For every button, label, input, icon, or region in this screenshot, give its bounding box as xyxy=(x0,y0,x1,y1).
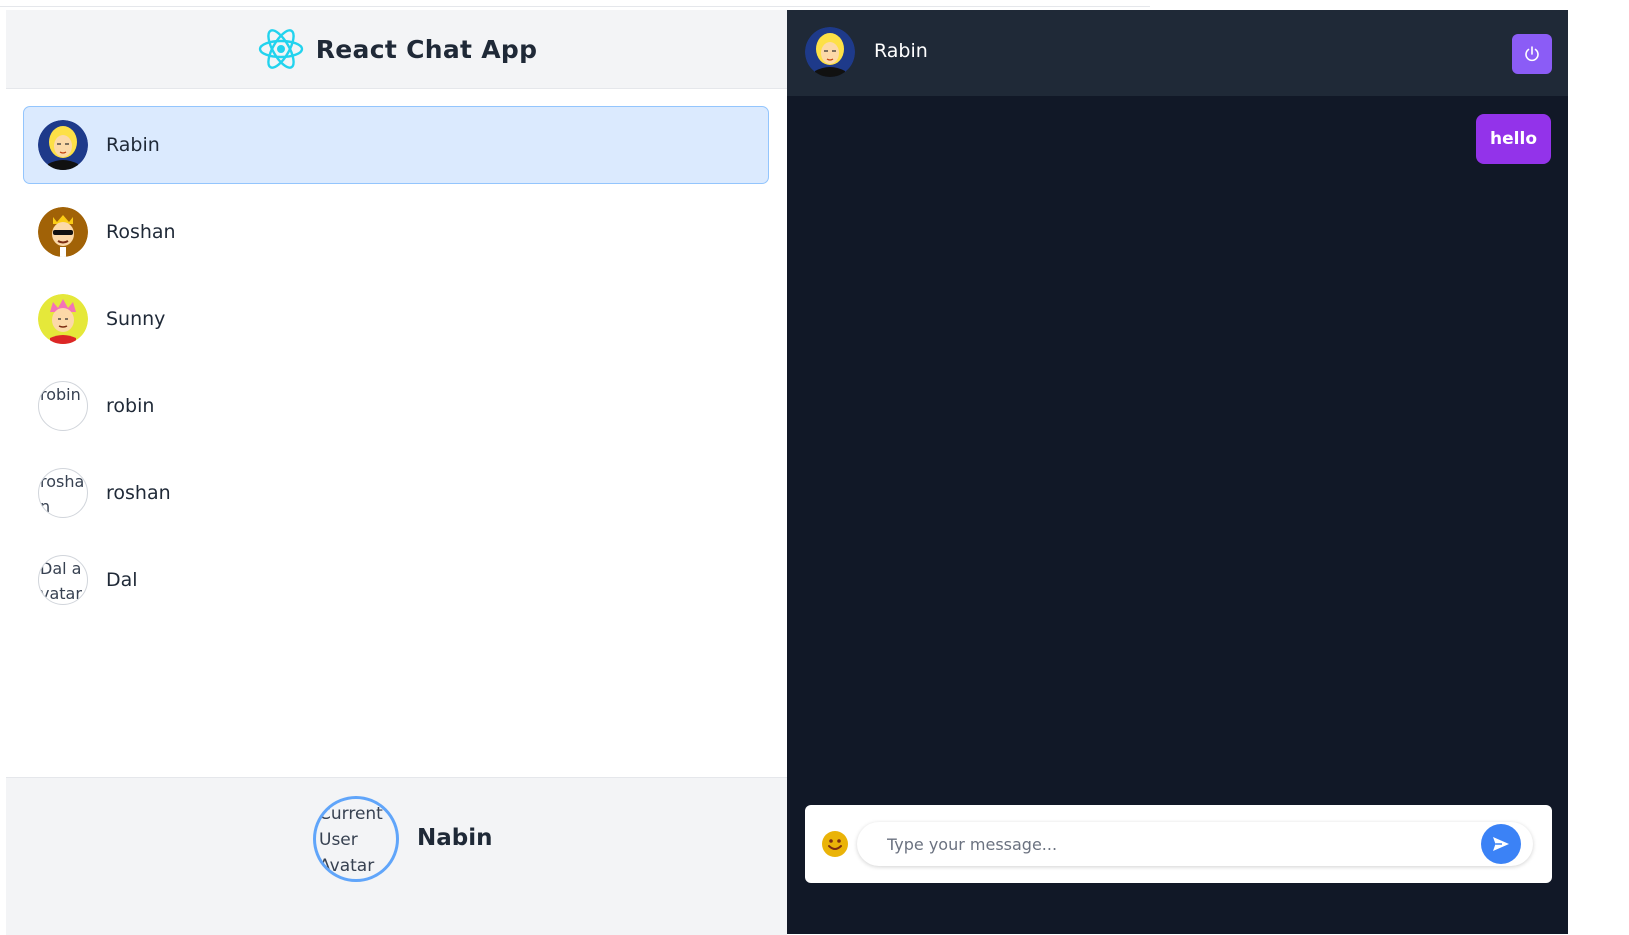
broken-avatar-image: Dal avatar xyxy=(38,555,88,605)
blonde-avatar xyxy=(805,27,855,77)
chat-header: Rabin xyxy=(787,10,1568,96)
crown-sunglasses-avatar xyxy=(38,207,88,257)
power-icon xyxy=(1525,46,1539,62)
send-arrow-icon xyxy=(1493,837,1509,851)
app-title: React Chat App xyxy=(315,34,538,64)
current-user-name: Nabin xyxy=(417,825,493,851)
current-user-avatar[interactable]: Current User Avatar xyxy=(313,796,399,882)
react-atom-icon xyxy=(258,29,303,69)
message-bubble-sent: hello xyxy=(1476,114,1551,164)
contact-name: robin xyxy=(106,395,155,417)
contact-name: roshan xyxy=(106,482,171,504)
message-composer xyxy=(805,805,1552,883)
contacts-panel: React Chat App Rabin Roshan Sunny robin … xyxy=(6,10,788,935)
message-list: hello xyxy=(787,96,1568,786)
contact-item-roshan[interactable]: Roshan xyxy=(23,193,769,271)
send-button[interactable] xyxy=(1481,824,1521,864)
contact-item-roshan-lower[interactable]: roshan roshan xyxy=(23,454,769,532)
smiley-icon[interactable] xyxy=(821,830,849,858)
contact-list: Rabin Roshan Sunny robin robin roshan ro… xyxy=(23,106,769,628)
chat-panel: Rabin hello xyxy=(787,10,1568,934)
contact-item-robin[interactable]: robin robin xyxy=(23,367,769,445)
message-input[interactable] xyxy=(857,822,1533,866)
contact-item-dal[interactable]: Dal avatar Dal xyxy=(23,541,769,619)
contact-item-rabin[interactable]: Rabin xyxy=(23,106,769,184)
contact-name: Sunny xyxy=(106,308,166,330)
blonde-avatar xyxy=(38,120,88,170)
contact-name: Roshan xyxy=(106,221,176,243)
current-user-bar: Current User Avatar Nabin xyxy=(6,777,787,935)
logout-button[interactable] xyxy=(1512,34,1552,74)
broken-avatar-image: roshan xyxy=(38,468,88,518)
app-header: React Chat App xyxy=(6,10,787,89)
contact-name: Rabin xyxy=(106,134,160,156)
browser-edge xyxy=(0,0,1150,7)
contact-item-sunny[interactable]: Sunny xyxy=(23,280,769,358)
chat-contact-name: Rabin xyxy=(874,40,928,62)
broken-avatar-image: robin xyxy=(38,381,88,431)
contact-name: Dal xyxy=(106,569,138,591)
pink-hair-avatar xyxy=(38,294,88,344)
